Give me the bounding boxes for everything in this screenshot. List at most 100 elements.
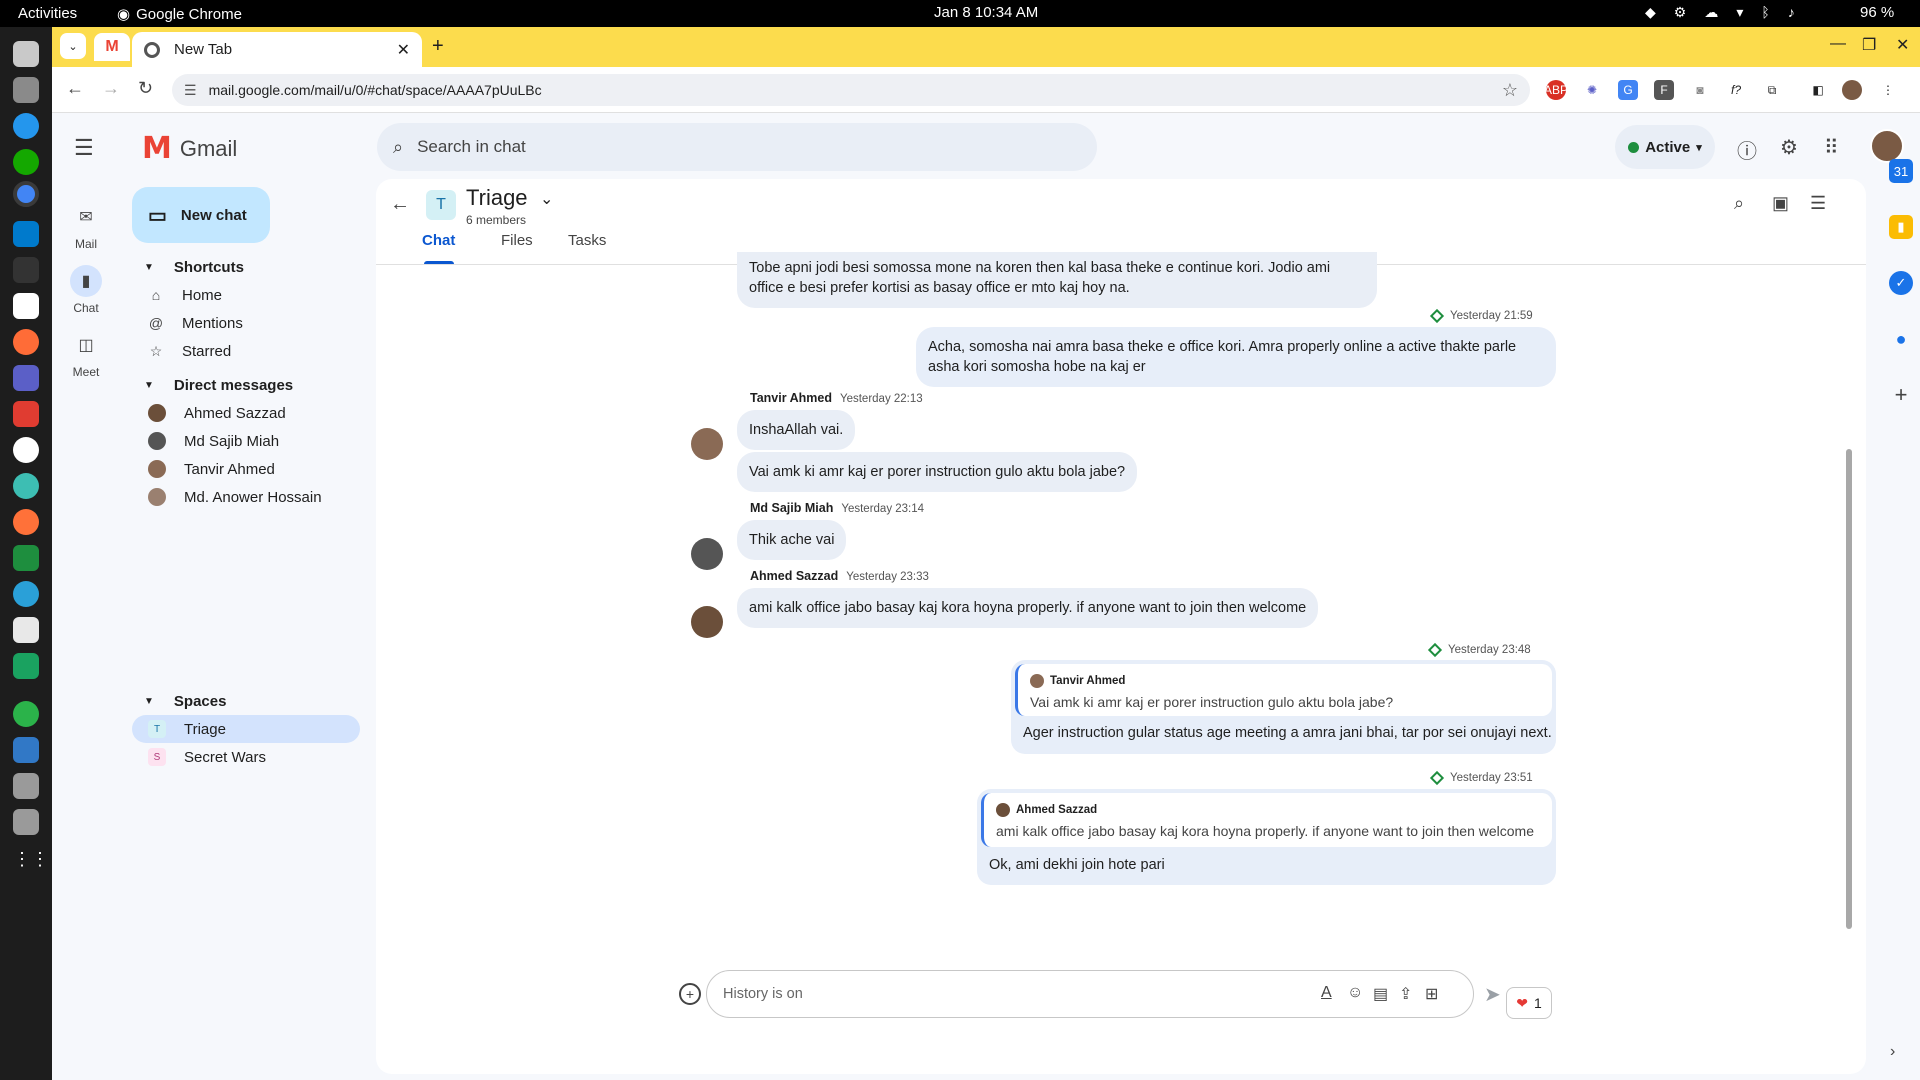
scrollbar[interactable] [1846,449,1852,929]
drive-app-icon[interactable] [13,773,39,799]
avatar[interactable] [691,606,723,638]
quoted-reply-bubble[interactable]: Tanvir Ahmed Vai amk ki amr kaj er porer… [1011,660,1556,754]
url-text[interactable]: mail.google.com/mail/u/0/#chat/space/AAA… [209,82,542,98]
dm-item[interactable]: Md. Anower Hossain [132,483,360,511]
chrome-menu-icon[interactable]: ⋮ [1878,80,1898,100]
tasks-icon[interactable]: ✓ [1889,271,1913,295]
dm-item[interactable]: Md Sajib Miah [132,427,360,455]
message-bubble[interactable]: Tobe apni jodi besi somossa mone na kore… [737,252,1377,308]
vscode-app-icon[interactable] [13,221,39,247]
app-grid-icon[interactable]: ⋮⋮ [13,849,49,875]
app-icon[interactable] [13,293,39,319]
chevron-down-icon[interactable]: ⌄ [540,189,553,209]
bookmark-star-icon[interactable]: ☆ [1502,80,1518,101]
message-composer[interactable]: History is on A ☺ ▤ ⇪ ⊞ [706,970,1474,1018]
formula-extension-icon[interactable]: f? [1726,80,1746,100]
space-item-secret-wars[interactable]: S Secret Wars [132,743,360,771]
gmail-logo[interactable]: M Gmail [142,131,237,166]
search-input[interactable]: Search in chat [417,137,526,157]
app-icon[interactable] [13,701,39,727]
apps-grid-icon[interactable]: ⠿ [1824,135,1839,160]
reaction-chip[interactable]: ❤ 1 [1506,987,1552,1019]
shortcut-home[interactable]: ⌂ Home [132,281,360,309]
settings-gear-icon[interactable]: ⚙ [1780,135,1798,160]
back-arrow-icon[interactable]: ← [390,193,410,216]
gmail-pinned-tab[interactable]: M [94,33,130,61]
side-panel-icon[interactable]: ◧ [1808,80,1828,100]
threads-icon[interactable]: ☰ [1810,193,1826,214]
chrome-app-icon[interactable] [13,181,39,207]
docker-app-icon[interactable] [13,113,39,139]
profile-avatar[interactable] [1842,80,1862,100]
keep-icon[interactable]: ▮ [1889,215,1913,239]
drive-app-icon[interactable] [13,809,39,835]
tab-chat[interactable]: Chat [422,232,455,249]
shortcuts-section-header[interactable]: ▼ Shortcuts [132,253,360,281]
gif-icon[interactable]: ▤ [1373,984,1388,1004]
account-avatar[interactable] [1870,129,1904,163]
rail-item-chat[interactable]: ▮ Chat [52,265,120,315]
chat-app-icon[interactable] [13,653,39,679]
search-icon[interactable]: ⌕ [393,137,403,158]
files-app-icon[interactable] [13,41,39,67]
composer-input[interactable]: History is on [723,986,803,1002]
app-icon[interactable] [13,473,39,499]
minimize-icon[interactable]: — [1830,35,1846,53]
reload-icon[interactable]: ↻ [138,78,153,99]
adblock-extension-icon[interactable]: ABP [1544,80,1568,100]
settings-app-icon[interactable] [13,77,39,103]
send-icon[interactable]: ➤ [1484,982,1501,1007]
new-chat-button[interactable]: ▭ New chat [132,187,270,243]
help-icon[interactable]: ⓘ [1737,135,1757,164]
message-bubble[interactable]: InshaAllah vai. [737,410,856,450]
terminal-app-icon[interactable] [13,257,39,283]
expand-side-panel-icon[interactable]: › [1890,1043,1895,1061]
tray-app-icon[interactable]: ◆ [1645,4,1656,21]
avatar[interactable] [691,428,723,460]
message-bubble[interactable]: Thik ache vai [737,520,847,560]
direct-messages-section-header[interactable]: ▼ Direct messages [132,371,360,399]
message-sender[interactable]: Tanvir Ahmed Yesterday 22:13 [750,391,923,405]
extensions-puzzle-icon[interactable]: ⧉ [1762,80,1782,100]
quoted-message[interactable]: Tanvir Ahmed Vai amk ki amr kaj er porer… [1015,664,1552,716]
space-title[interactable]: Triage [466,185,528,211]
upload-icon[interactable]: ⇪ [1399,984,1412,1004]
emoji-icon[interactable]: ☺ [1347,984,1363,1002]
site-info-icon[interactable]: ☰ [184,82,197,99]
clock[interactable]: Jan 8 10:34 AM [934,4,1038,21]
upwork-app-icon[interactable] [13,149,39,175]
message-bubble[interactable]: ami kalk office jabo basay kaj kora hoyn… [737,588,1319,628]
tab-files[interactable]: Files [501,232,533,249]
contacts-icon[interactable]: ● [1889,327,1913,351]
wifi-icon[interactable]: ▾ [1736,4,1743,21]
volume-icon[interactable]: ♪ [1788,4,1795,21]
rail-item-mail[interactable]: ✉ Mail [52,201,120,251]
dm-item[interactable]: Tanvir Ahmed [132,455,360,483]
teams-app-icon[interactable] [13,365,39,391]
calendar-icon[interactable]: 31 [1889,159,1913,183]
system-tray[interactable]: ◆ ⚙ ☁ ▾ ᛒ ♪ [1645,4,1795,21]
app-icon[interactable] [13,737,39,763]
add-addon-icon[interactable]: + [1889,382,1913,407]
sheets-app-icon[interactable] [13,545,39,571]
app-icon[interactable] [13,581,39,607]
rail-item-meet[interactable]: ◫ Meet [52,329,120,379]
shortcut-starred[interactable]: ☆ Starred [132,337,360,365]
cloud-icon[interactable]: ☁ [1704,4,1718,21]
tab-search-button[interactable]: ⌄ [60,33,86,59]
camera-extension-icon[interactable]: ◙ [1690,80,1710,100]
browser-tab[interactable]: New Tab ✕ [132,32,422,67]
close-window-icon[interactable]: ✕ [1896,35,1909,55]
new-tab-button[interactable]: + [432,35,444,58]
restore-icon[interactable]: ❐ [1862,35,1876,55]
bluetooth-icon[interactable]: ᛒ [1761,4,1769,21]
search-icon[interactable]: ⌕ [1734,193,1744,214]
extension-icon[interactable]: ✺ [1582,80,1602,100]
forward-icon[interactable]: → [102,78,120,99]
chat-search-bar[interactable]: ⌕ Search in chat [377,123,1097,171]
message-bubble-own[interactable]: Acha, somosha nai amra basa theke e offi… [916,327,1556,387]
space-item-triage[interactable]: T Triage [132,715,360,743]
pop-out-icon[interactable]: ▣ [1772,193,1789,214]
member-count[interactable]: 6 members [466,213,526,227]
spaces-section-header[interactable]: ▼ Spaces [132,687,360,715]
